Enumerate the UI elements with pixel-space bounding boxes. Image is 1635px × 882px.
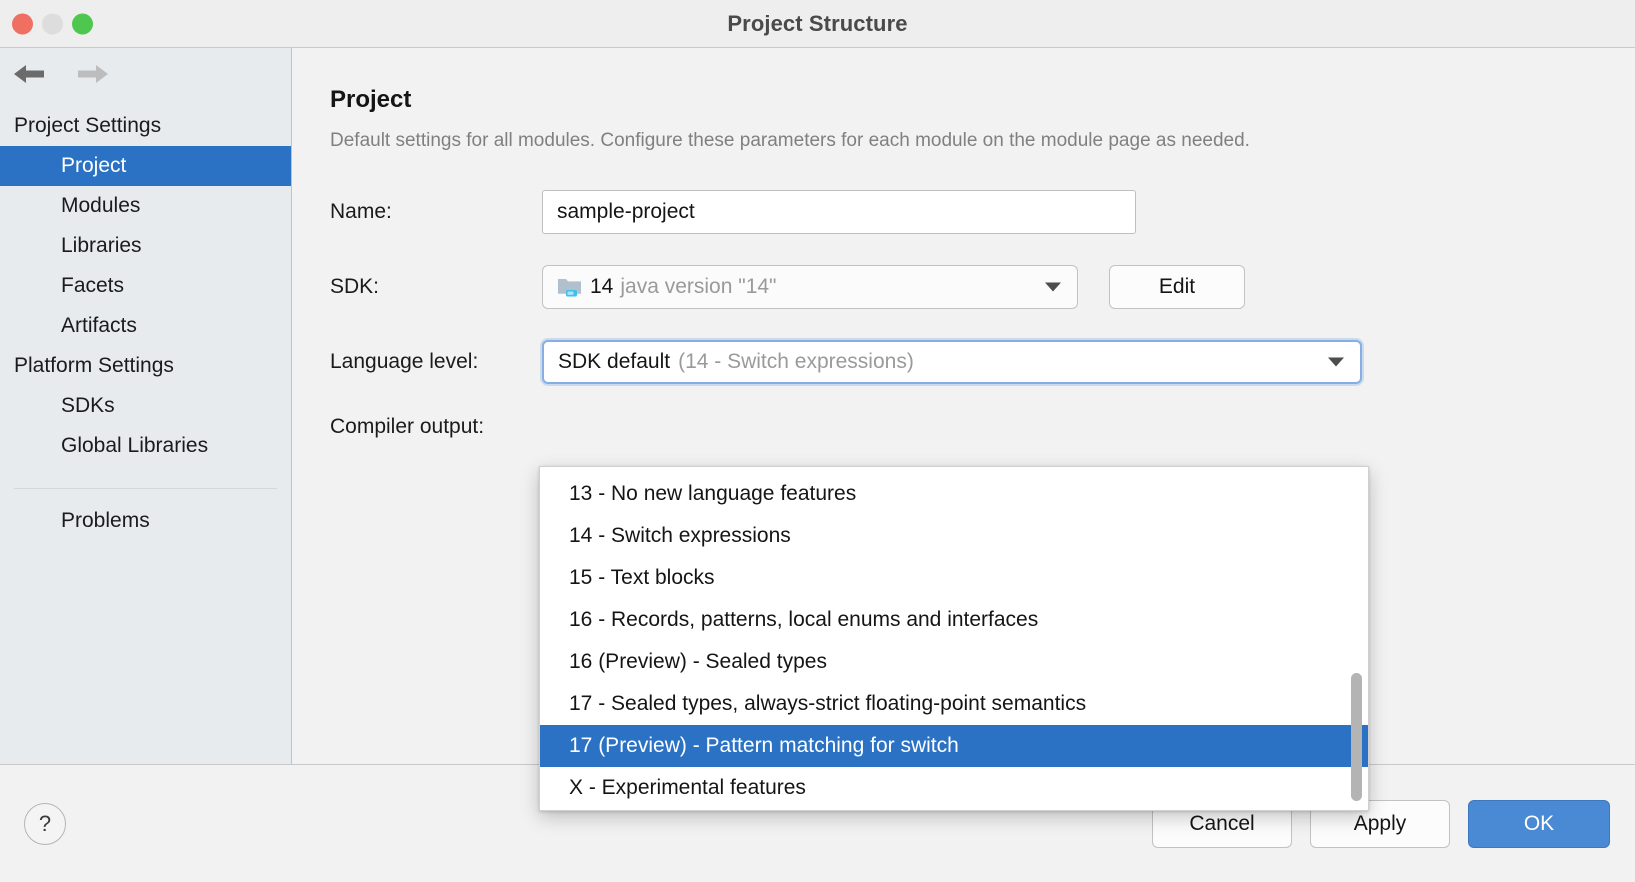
dropdown-scrollbar-thumb[interactable]	[1351, 673, 1362, 801]
language-level-row: Language level: SDK default (14 - Switch…	[330, 340, 1635, 384]
minimize-window-button[interactable]	[42, 13, 63, 34]
sidebar-item-artifacts[interactable]: Artifacts	[0, 306, 291, 346]
sdk-version-text: 14	[590, 275, 613, 299]
dropdown-option-17-preview[interactable]: 17 (Preview) - Pattern matching for swit…	[540, 725, 1368, 767]
dialog-body: Project Settings Project Modules Librari…	[0, 48, 1635, 764]
sidebar-item-facets[interactable]: Facets	[0, 266, 291, 306]
sidebar-group-project-settings: Project Settings	[0, 106, 291, 146]
chevron-down-icon	[1328, 358, 1344, 367]
title-bar: Project Structure	[0, 0, 1635, 48]
sidebar-item-global-libraries[interactable]: Global Libraries	[0, 426, 291, 466]
chevron-down-icon	[1045, 283, 1061, 292]
dropdown-option-14[interactable]: 14 - Switch expressions	[540, 515, 1368, 557]
sidebar-navigation	[0, 48, 291, 100]
compiler-output-label: Compiler output:	[330, 415, 542, 439]
ok-button[interactable]: OK	[1468, 800, 1610, 848]
page-title: Project	[330, 86, 1635, 114]
sdk-description-text: java version "14"	[620, 275, 776, 299]
language-level-select[interactable]: SDK default (14 - Switch expressions)	[542, 340, 1362, 384]
sidebar-nav-list: Project Settings Project Modules Librari…	[0, 100, 291, 541]
project-name-input[interactable]: sample-project	[542, 190, 1136, 234]
sidebar: Project Settings Project Modules Librari…	[0, 48, 292, 764]
sidebar-item-libraries[interactable]: Libraries	[0, 226, 291, 266]
folder-java-icon	[557, 276, 583, 298]
sidebar-item-project[interactable]: Project	[0, 146, 291, 186]
language-level-option-list: 13 - No new language features 14 - Switc…	[540, 467, 1368, 809]
zoom-window-button[interactable]	[72, 13, 93, 34]
language-level-label: Language level:	[330, 350, 542, 374]
close-window-button[interactable]	[12, 13, 33, 34]
sidebar-item-problems[interactable]: Problems	[0, 501, 291, 541]
dropdown-option-15[interactable]: 15 - Text blocks	[540, 557, 1368, 599]
dropdown-option-17[interactable]: 17 - Sealed types, always-strict floatin…	[540, 683, 1368, 725]
edit-sdk-button[interactable]: Edit	[1109, 265, 1245, 309]
language-level-wrapper: SDK default (14 - Switch expressions)	[542, 340, 1362, 384]
window-title: Project Structure	[0, 11, 1635, 37]
project-structure-dialog: Project Structure Project Settings Pro	[0, 0, 1635, 882]
dropdown-option-13[interactable]: 13 - No new language features	[540, 473, 1368, 515]
language-level-detail: (14 - Switch expressions)	[678, 350, 914, 374]
name-label: Name:	[330, 200, 542, 224]
sdk-select[interactable]: 14 java version "14"	[542, 265, 1078, 309]
dropdown-scrollbar[interactable]	[1349, 473, 1362, 806]
language-level-dropdown: 13 - No new language features 14 - Switc…	[539, 466, 1369, 811]
sidebar-group-platform-settings: Platform Settings	[0, 346, 291, 386]
dropdown-option-x[interactable]: X - Experimental features	[540, 767, 1368, 809]
sdk-label: SDK:	[330, 275, 542, 299]
arrow-left-icon[interactable]	[10, 60, 52, 88]
sidebar-item-sdks[interactable]: SDKs	[0, 386, 291, 426]
window-controls	[12, 13, 93, 34]
compiler-output-row: Compiler output:	[330, 415, 1635, 439]
name-row: Name: sample-project	[330, 190, 1635, 234]
sdk-row: SDK: 14 java version "14" Edit	[330, 265, 1635, 309]
dropdown-option-16-preview[interactable]: 16 (Preview) - Sealed types	[540, 641, 1368, 683]
help-button[interactable]: ?	[24, 803, 66, 845]
dropdown-option-16[interactable]: 16 - Records, patterns, local enums and …	[540, 599, 1368, 641]
page-description: Default settings for all modules. Config…	[330, 130, 1635, 152]
language-level-value: SDK default	[558, 350, 670, 374]
arrow-right-icon[interactable]	[70, 60, 112, 88]
sidebar-divider	[14, 488, 277, 489]
sidebar-item-modules[interactable]: Modules	[0, 186, 291, 226]
